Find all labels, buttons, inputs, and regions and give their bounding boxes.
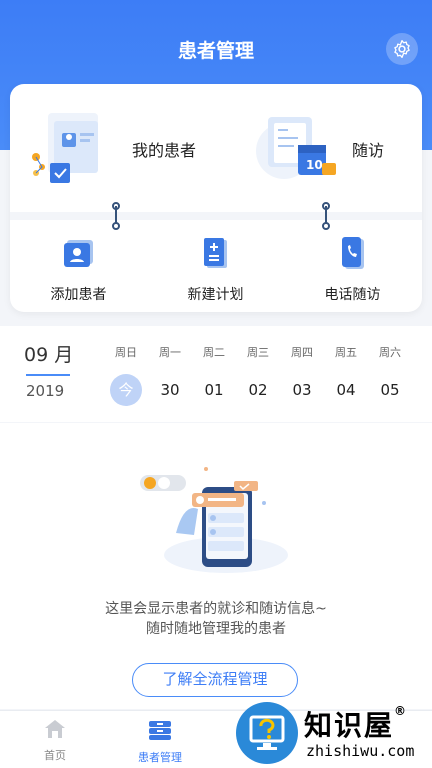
id-card-icon [63,240,93,267]
day-date: 02 [248,381,268,399]
add-patient-label: 添加患者 [50,287,107,303]
connector-left [112,202,120,230]
tab-patient-management-label: 患者管理 [138,751,182,764]
question-monitor-icon [236,702,298,764]
weekday-label: 周六 [379,346,401,359]
day-saturday[interactable]: 周六 05 [368,344,412,406]
empty-state: 这里会显示患者的就诊和随访信息~ 随时随地管理我的患者 了解全流程管理 [0,423,432,709]
weekday-label: 周四 [291,346,313,359]
day-date: 05 [380,381,400,399]
patient-box-icon [149,721,171,740]
day-date: 04 [336,381,356,399]
weekday-label: 周二 [203,346,225,359]
phone-follow-up-label: 电话随访 [324,287,381,303]
day-tuesday[interactable]: 周二 01 [192,344,236,406]
current-month: 09 月 [24,344,74,366]
page-title: 患者管理 [177,40,254,62]
patients-illustration-icon [32,113,98,183]
empty-message-line1: 这里会显示患者的就诊和随访信息~ [105,601,327,617]
current-year: 2019 [26,382,65,400]
today-date: 今 [110,374,142,406]
empty-message: 这里会显示患者的就诊和随访信息~ 随时随地管理我的患者 [0,599,432,639]
follow-up-label: 随访 [352,141,385,160]
empty-message-line2: 随时随地管理我的患者 [146,621,286,637]
day-date: 01 [204,381,224,399]
day-wednesday[interactable]: 周三 02 [236,344,280,406]
weekday-label: 周五 [335,346,357,359]
watermark-text: 知识屋® [304,704,409,742]
weekday-label: 周一 [159,346,181,359]
learn-workflow-button[interactable]: 了解全流程管理 [132,663,298,697]
connector-right [322,202,330,230]
phone-icon [341,237,364,269]
home-icon [45,720,65,738]
tab-home[interactable]: 首页 [0,719,110,763]
gear-icon [394,40,410,58]
month-underline [26,374,70,376]
follow-up-button[interactable]: 10 随访 [254,104,414,194]
add-patient-button[interactable]: 添加患者 [10,234,147,304]
new-plan-label: 新建计划 [187,287,244,303]
day-thursday[interactable]: 周四 03 [280,344,324,406]
day-date: 30 [160,381,180,399]
calendar-illustration-icon: 10 [256,117,336,179]
watermark-logo: 知识屋® zhishiwu.com [232,702,432,768]
day-date: 03 [292,381,312,399]
my-patients-label: 我的患者 [132,141,197,160]
day-monday[interactable]: 周一 30 [148,344,192,406]
day-sunday[interactable]: 周日 今 [104,344,148,406]
document-plus-icon [203,238,227,268]
new-plan-button[interactable]: 新建计划 [147,234,284,304]
week-calendar: 09 月 2019 周日 今 周一 30 周二 01 周三 02 周四 03 周… [0,326,432,422]
quick-actions-card: 我的患者 10 随访 添加患者 新建计划 电话随访 [10,84,422,312]
weekday-label: 周三 [247,346,269,359]
watermark-domain: zhishiwu.com [306,742,415,760]
settings-button[interactable] [386,33,418,65]
svg-text:10: 10 [306,158,323,172]
tab-patient-management[interactable]: 患者管理 [105,719,215,765]
tab-home-label: 首页 [44,749,66,762]
weekday-label: 周日 [115,346,137,359]
phone-follow-up-button[interactable]: 电话随访 [284,234,421,304]
empty-state-illustration [140,467,288,573]
my-patients-button[interactable]: 我的患者 [28,104,218,194]
card-divider [10,212,422,220]
day-friday[interactable]: 周五 04 [324,344,368,406]
